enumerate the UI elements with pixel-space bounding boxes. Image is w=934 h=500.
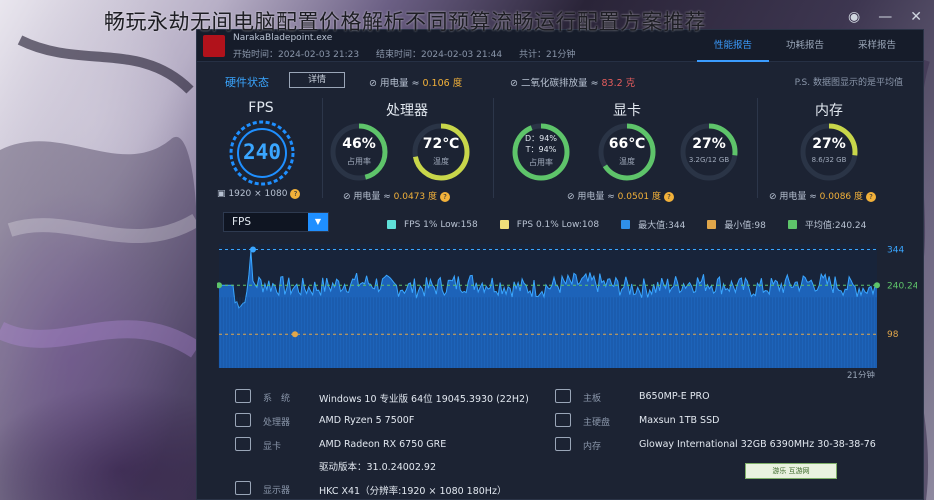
gpu-temp-gauge: 66℃ 温度 [595, 120, 659, 184]
monitor-icon [235, 481, 251, 495]
resolution-icon: ▣ [217, 189, 229, 199]
headline-text: 畅玩永劫无间电脑配置价格解析不同预算流畅运行配置方案推荐 [104, 10, 706, 34]
legend-swatch [499, 220, 509, 229]
average-note: P.S. 数据图显示的是平均值 [794, 78, 903, 88]
cpu-temp-value: 72℃ [422, 136, 460, 152]
memory-title: 内存 [815, 103, 843, 119]
cpu-temp-gauge: 72℃ 温度 [409, 120, 473, 184]
tab-sampling[interactable]: 采样报告 [841, 30, 913, 62]
legend-swatch [707, 220, 717, 229]
cpu-temp-ring [412, 123, 470, 181]
divider [322, 98, 323, 198]
avg-label: 240.24 [887, 281, 917, 291]
help-icon[interactable]: ? [664, 192, 675, 202]
memory-icon [555, 437, 571, 451]
legend-item: FPS 1% Low:158 [387, 218, 478, 231]
gpu-title: 显卡 [613, 103, 641, 119]
help-icon[interactable]: ? [866, 192, 877, 202]
max-point [250, 246, 256, 253]
help-icon[interactable]: ? [440, 192, 451, 202]
legend-item: 平均值:240.24 [787, 218, 866, 231]
memory-ring [800, 123, 858, 181]
cpu-usage-gauge: 46% 占用率 [327, 120, 391, 184]
help-icon[interactable]: ? [290, 189, 301, 199]
gpu-temp-ring [598, 123, 656, 181]
gpu-memory-ring [680, 123, 738, 181]
disk-icon [555, 413, 571, 427]
total-power-value: 0.106 度 [422, 78, 463, 89]
power-icon: ⊘ [369, 78, 380, 89]
legend-swatch [787, 220, 797, 229]
gpu-icon [235, 437, 251, 451]
x-end-label: 21分钟 [847, 370, 875, 378]
app-window: NarakaBladepoint.exe 开始时间：2024-02-03 21:… [196, 29, 924, 500]
session-times: 开始时间：2024-02-03 21:23 结束时间：2024-02-03 21… [233, 47, 589, 60]
divider [493, 98, 494, 198]
chart-legend: FPS 1% Low:158 FPS 0.1% Low:108 最大值:344 … [387, 218, 888, 231]
memory-label: 8.6/32 GB [811, 156, 847, 164]
divider [757, 98, 758, 198]
chevron-down-icon[interactable]: ▼ [308, 213, 328, 231]
window-controls: ◉ — ✕ [848, 9, 922, 25]
legend-item: FPS 0.1% Low:108 [499, 218, 599, 231]
memory-gauge: 27% 8.6/32 GB [797, 120, 861, 184]
hardware-status-row: 硬件状态 详情 ⊘ 用电量 ≈ 0.106 度 ⊘ 二氧化碳排放量 ≈ 83.2… [225, 72, 915, 90]
game-logo-icon [203, 35, 225, 57]
fps-chart: 344 240.24 98 21分钟 [217, 244, 917, 378]
gpu-memory-value: 27% [692, 136, 726, 152]
gpu-usage-gauge: D：94% T：94% 占用率 [509, 120, 573, 184]
legend-item: 最大值:344 [621, 218, 685, 231]
hardware-specs: 系 统 Windows 10 专业版 64位 19045.3930 (22H2)… [235, 385, 915, 497]
legend-swatch [621, 220, 631, 229]
co2-icon: ⊘ [510, 78, 521, 89]
legend-swatch [387, 220, 396, 229]
cpu-usage-ring [330, 123, 388, 181]
avg-point-right [874, 282, 880, 289]
memory-power-info: ⊘ 用电量 ≈ 0.0086 度? [769, 189, 877, 202]
max-label: 344 [887, 246, 904, 256]
gpu-power-info: ⊘ 用电量 ≈ 0.0501 度? [567, 189, 675, 202]
power-icon: ⊘ [567, 192, 578, 202]
resolution-info: ▣ 1920 × 1080? [217, 189, 301, 199]
gpu-memory-gauge: 27% 3.2G/12 GB [677, 120, 741, 184]
end-time: 结束时间：2024-02-03 21:44 [375, 50, 503, 60]
fps-gauge: 240 [227, 118, 297, 188]
gpu-usage-label: 占用率 [529, 158, 553, 167]
gpu-temp-label: 温度 [619, 157, 635, 166]
motherboard-icon [555, 389, 571, 403]
cpu-usage-label: 占用率 [347, 157, 371, 166]
site-watermark: 游乐 互游网 [745, 463, 837, 479]
gpu-d-line: D：94% [525, 134, 557, 143]
fps-title: FPS [248, 100, 274, 116]
power-icon: ⊘ [769, 192, 780, 202]
total-power: ⊘ 用电量 ≈ 0.106 度 [369, 78, 463, 89]
min-point [292, 331, 298, 338]
metric-select[interactable]: FPS ▼ [223, 212, 329, 232]
power-icon: ⊘ [343, 192, 354, 202]
start-time: 开始时间：2024-02-03 21:23 [233, 50, 360, 60]
gpu-t-line: T：94% [525, 145, 557, 154]
co2-emission: ⊘ 二氧化碳排放量 ≈ 83.2 克 [510, 78, 636, 89]
co2-value: 83.2 克 [601, 78, 636, 89]
gpu-temp-value: 66℃ [608, 136, 646, 152]
fps-value: 240 [243, 140, 281, 164]
cpu-icon [235, 413, 251, 427]
legend-item: 最小值:98 [707, 218, 766, 231]
min-label: 98 [887, 330, 899, 340]
gpu-memory-label: 3.2G/12 GB [688, 156, 730, 164]
system-icon [235, 389, 251, 403]
camera-icon[interactable]: ◉ [848, 9, 860, 25]
duration: 共计：21分钟 [518, 50, 576, 60]
cpu-power-info: ⊘ 用电量 ≈ 0.0473 度? [343, 189, 451, 202]
cpu-title: 处理器 [386, 103, 428, 119]
cpu-temp-label: 温度 [433, 157, 449, 166]
metric-select-value: FPS [232, 216, 252, 228]
minimize-icon[interactable]: — [878, 9, 892, 25]
cpu-usage-value: 46% [342, 136, 376, 152]
close-icon[interactable]: ✕ [910, 9, 922, 25]
details-button[interactable]: 详情 [289, 72, 345, 88]
memory-value: 27% [812, 136, 846, 152]
hardware-status-title: 硬件状态 [225, 76, 269, 89]
